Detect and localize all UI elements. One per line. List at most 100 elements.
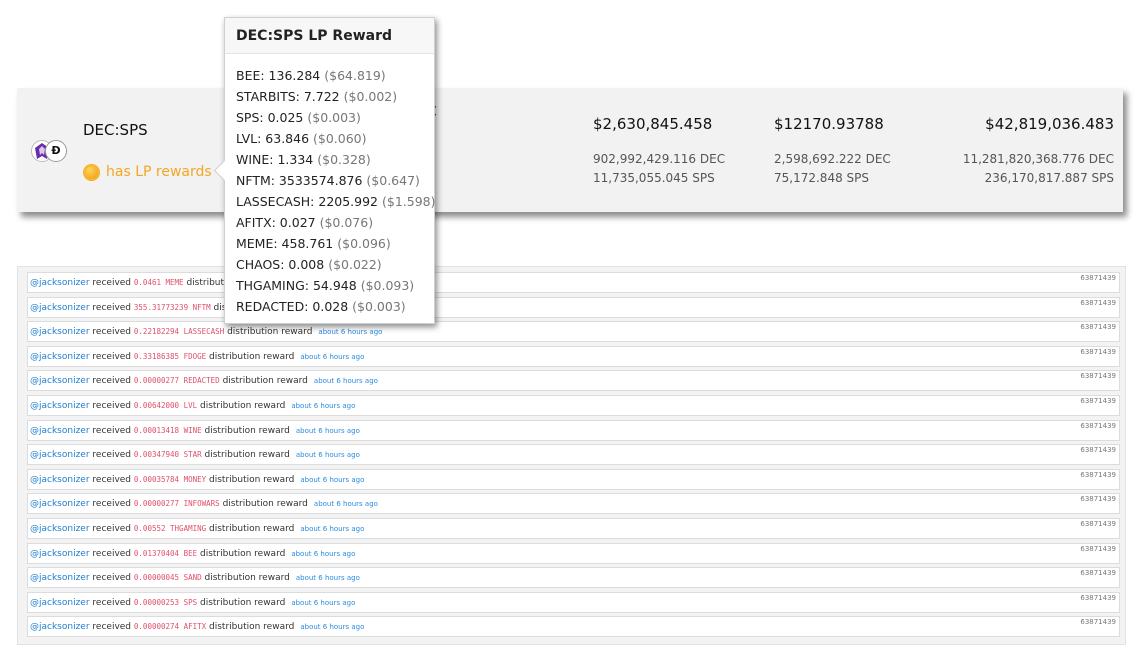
tooltip-reward-row: STARBITS: 7.722 ($0.002) xyxy=(236,86,434,107)
reward-amount: THGAMING: 54.948 xyxy=(236,278,357,293)
lp-rewards-badge[interactable]: has LP rewards xyxy=(83,162,212,182)
log-time-link[interactable]: about 6 hours ago xyxy=(300,476,364,484)
log-user-link[interactable]: @jacksonizer xyxy=(30,401,90,411)
tooltip-title: DEC:SPS LP Reward xyxy=(225,18,434,54)
reward-usd: ($0.022) xyxy=(328,257,382,272)
log-verb: received xyxy=(92,597,132,608)
log-block-number: 63871439 xyxy=(1080,470,1116,479)
log-time-link[interactable]: about 6 hours ago xyxy=(318,328,382,336)
log-kind: distribution reward xyxy=(204,425,290,436)
log-time-link[interactable]: about 6 hours ago xyxy=(296,427,360,435)
log-row: @jacksonizer received 0.00000277 INFOWAR… xyxy=(27,493,1120,515)
log-verb: received xyxy=(92,450,132,461)
tooltip-reward-row: LASSECASH: 2205.992 ($1.598) xyxy=(236,191,436,212)
log-verb: received xyxy=(92,524,132,534)
log-user-link[interactable]: @jacksonizer xyxy=(30,598,90,608)
reward-usd: ($0.002) xyxy=(343,89,398,104)
log-verb: received xyxy=(92,548,132,559)
log-time-link[interactable]: about 6 hours ago xyxy=(291,599,355,607)
log-kind: distribution reward xyxy=(222,376,308,387)
stat-column-2: $12170.93788 2,598,692.222 DEC 75,172.84… xyxy=(774,115,891,188)
log-verb: received xyxy=(92,425,132,436)
log-block-number: 63871439 xyxy=(1080,520,1116,528)
log-time-link[interactable]: about 6 hours ago xyxy=(296,574,360,582)
log-verb: received xyxy=(92,622,132,633)
reward-usd: ($0.003) xyxy=(307,110,361,125)
activity-log: @jacksonizer received 0.0461 MEME distri… xyxy=(17,266,1126,645)
log-time-link[interactable]: about 6 hours ago xyxy=(300,353,364,361)
log-block-number: 63871439 xyxy=(1080,421,1116,430)
log-user-link[interactable]: @jacksonizer xyxy=(30,622,90,632)
log-kind: distribution reward xyxy=(209,351,295,362)
log-verb: received xyxy=(92,327,132,338)
log-user-link[interactable]: @jacksonizer xyxy=(30,450,90,460)
log-verb: received xyxy=(92,499,132,510)
log-block-number: 63871439 xyxy=(1080,544,1116,553)
log-block-number: 63871439 xyxy=(1080,495,1116,504)
log-amount: 0.00552 THGAMING xyxy=(133,524,207,533)
stat-dec: 902,992,429.116 DEC xyxy=(593,152,726,166)
log-verb: received xyxy=(92,401,132,411)
log-user-link[interactable]: @jacksonizer xyxy=(30,573,90,583)
lp-rewards-label: has LP rewards xyxy=(106,164,212,180)
log-verb: received xyxy=(92,278,132,288)
tooltip-reward-row: LVL: 63.846 ($0.060) xyxy=(236,128,434,149)
log-block-number: 63871439 xyxy=(1080,593,1116,602)
reward-amount: LVL: 63.846 xyxy=(236,131,310,146)
log-row: @jacksonizer received 0.00000277 REDACTE… xyxy=(27,370,1120,392)
log-time-link[interactable]: about 6 hours ago xyxy=(314,500,378,508)
log-row: @jacksonizer received 0.00000045 SAND di… xyxy=(27,567,1120,589)
pool-card: Ð DEC:SPS has LP rewards C $2,630,845.45… xyxy=(17,88,1123,212)
stat-sps: 11,735,055.045 SPS xyxy=(593,171,715,185)
log-time-link[interactable]: about 6 hours ago xyxy=(296,451,360,459)
log-amount: 0.00000253 SPS xyxy=(133,597,198,607)
log-verb: received xyxy=(92,351,132,362)
log-time-link[interactable]: about 6 hours ago xyxy=(314,377,378,385)
reward-usd: ($64.819) xyxy=(324,68,386,83)
log-user-link[interactable]: @jacksonizer xyxy=(30,278,90,288)
log-user-link[interactable]: @jacksonizer xyxy=(30,524,90,534)
log-verb: received xyxy=(92,302,132,313)
log-user-link[interactable]: @jacksonizer xyxy=(30,475,90,485)
stat-sps: 236,170,817.887 SPS xyxy=(984,171,1114,185)
log-amount: 0.00000277 INFOWARS xyxy=(133,499,220,509)
tooltip-reward-list: BEE: 136.284 ($64.819) STARBITS: 7.722 ($… xyxy=(225,54,436,317)
log-kind: distribution reward xyxy=(200,548,286,559)
log-block-number: 63871439 xyxy=(1080,618,1116,627)
log-amount: 0.00000277 REDACTED xyxy=(133,376,220,386)
log-block-number: 63871439 xyxy=(1080,347,1116,356)
reward-usd: ($0.328) xyxy=(317,152,371,167)
log-row: @jacksonizer received 355.31773239 NFTM … xyxy=(27,296,1120,318)
log-block-number: 63871439 xyxy=(1080,323,1116,332)
log-user-link[interactable]: @jacksonizer xyxy=(30,352,90,362)
reward-usd: ($0.093) xyxy=(360,278,415,293)
reward-amount: REDACTED: 0.028 xyxy=(236,299,349,314)
log-row: @jacksonizer received 0.33186385 FDOGE d… xyxy=(27,345,1120,367)
log-user-link[interactable]: @jacksonizer xyxy=(30,426,90,436)
token-pair-icons: Ð xyxy=(31,140,71,164)
log-kind: distribution reward xyxy=(200,597,286,608)
log-user-link[interactable]: @jacksonizer xyxy=(30,303,90,313)
reward-amount: CHAOS: 0.008 xyxy=(236,257,325,272)
log-time-link[interactable]: about 6 hours ago xyxy=(300,623,364,631)
log-user-link[interactable]: @jacksonizer xyxy=(30,327,90,337)
log-row: @jacksonizer received 0.01370404 BEE dis… xyxy=(27,542,1120,564)
stat-sps: 75,172.848 SPS xyxy=(774,171,869,185)
reward-amount: MEME: 458.761 xyxy=(236,236,334,251)
log-time-link[interactable]: about 6 hours ago xyxy=(291,402,355,410)
reward-usd: ($0.647) xyxy=(366,173,420,188)
tooltip-reward-row: REDACTED: 0.028 ($0.003) xyxy=(236,296,434,317)
log-amount: 0.00035784 MONEY xyxy=(133,474,207,484)
log-time-link[interactable]: about 6 hours ago xyxy=(300,525,364,533)
log-user-link[interactable]: @jacksonizer xyxy=(30,376,90,386)
tooltip-reward-row: SPS: 0.025 ($0.003) xyxy=(236,107,434,128)
log-user-link[interactable]: @jacksonizer xyxy=(30,499,90,509)
log-kind: distribution reward xyxy=(222,499,308,510)
log-block-number: 63871439 xyxy=(1080,298,1116,307)
log-verb: received xyxy=(92,376,132,387)
log-time-link[interactable]: about 6 hours ago xyxy=(291,550,355,558)
reward-amount: BEE: 136.284 xyxy=(236,68,321,83)
log-user-link[interactable]: @jacksonizer xyxy=(30,549,90,559)
log-row: @jacksonizer received 0.00000274 AFITX d… xyxy=(27,616,1120,638)
log-amount: 0.01370404 BEE xyxy=(133,548,198,558)
